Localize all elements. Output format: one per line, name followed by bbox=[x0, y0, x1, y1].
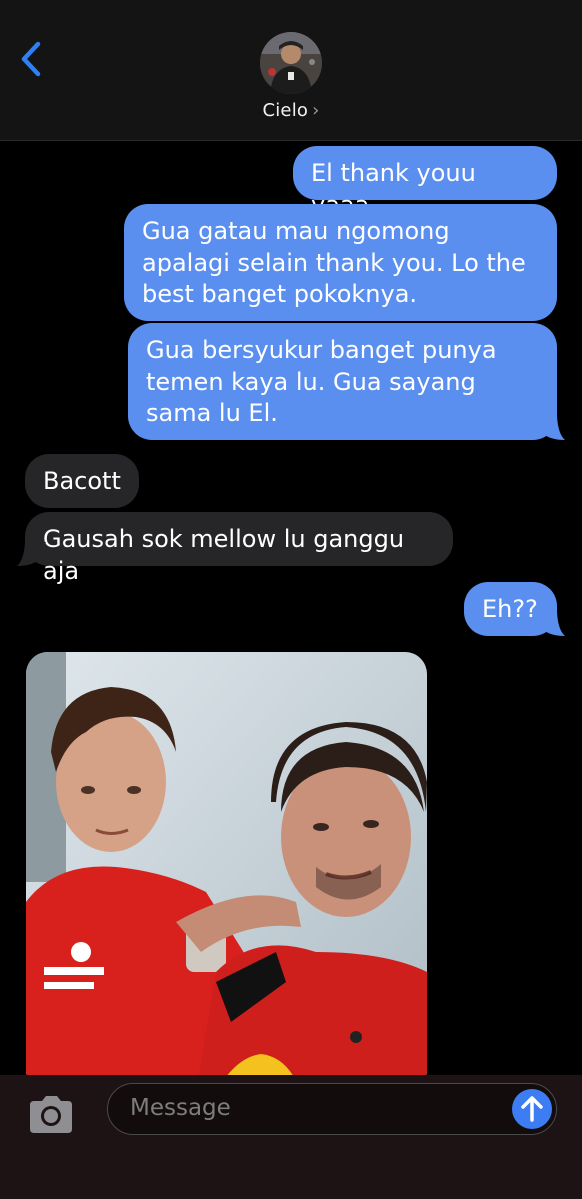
message-text: Gua bersyukur banget punya temen kaya lu… bbox=[146, 336, 497, 427]
avatar[interactable] bbox=[260, 32, 322, 94]
send-button[interactable] bbox=[512, 1089, 552, 1129]
message-thread[interactable]: El thank youu yaaa Gua gatau mau ngomong… bbox=[0, 140, 582, 1075]
arrow-up-icon bbox=[521, 1096, 543, 1122]
message-input-placeholder: Message bbox=[130, 1095, 231, 1121]
contact-name[interactable]: Cielo › bbox=[0, 100, 582, 121]
message-bubble-incoming[interactable]: Gausah sok mellow lu ganggu aja bbox=[25, 512, 453, 585]
contact-name-label: Cielo bbox=[262, 100, 309, 121]
camera-icon[interactable] bbox=[26, 1095, 76, 1135]
composer-bar: Message bbox=[0, 1075, 582, 1199]
message-text: Gausah sok mellow lu ganggu aja bbox=[43, 525, 405, 585]
message-bubble-outgoing[interactable]: Gua gatau mau ngomong apalagi selain tha… bbox=[124, 204, 557, 321]
message-text: Eh?? bbox=[482, 595, 538, 623]
conversation-header: Cielo › bbox=[0, 0, 582, 141]
bubble-tail bbox=[17, 542, 46, 566]
message-bubble-outgoing[interactable]: Gua bersyukur banget punya temen kaya lu… bbox=[128, 323, 557, 440]
chevron-left-icon[interactable] bbox=[18, 40, 44, 78]
bubble-tail bbox=[536, 416, 565, 440]
message-text: Bacott bbox=[43, 467, 121, 495]
message-text: Gua gatau mau ngomong apalagi selain tha… bbox=[142, 217, 526, 308]
message-input[interactable]: Message bbox=[107, 1083, 557, 1135]
message-bubble-outgoing[interactable]: El thank youu yaaa bbox=[293, 146, 557, 219]
message-bubble-incoming[interactable]: Bacott bbox=[25, 454, 139, 508]
bubble-tail bbox=[536, 612, 565, 636]
chevron-right-icon: › bbox=[312, 100, 320, 121]
message-photo[interactable] bbox=[26, 652, 427, 1075]
